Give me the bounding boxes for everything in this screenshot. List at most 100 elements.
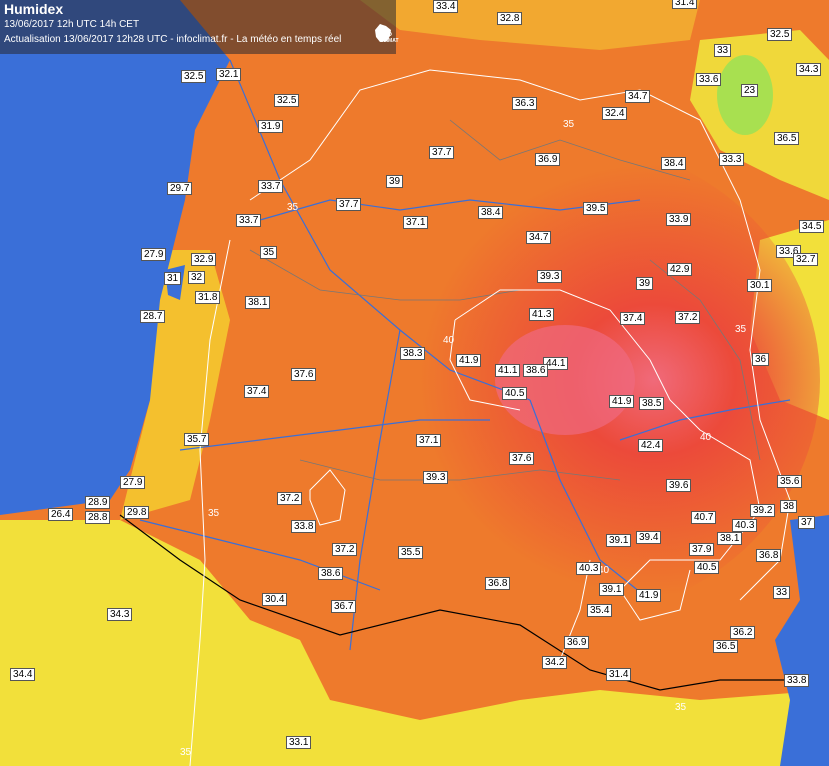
map-header: Humidex 13/06/2017 12h UTC 14h CET Actua… <box>0 0 399 54</box>
station-value: 30.1 <box>747 279 773 292</box>
station-value: 38.6 <box>318 567 344 580</box>
station-value: 31.9 <box>258 120 284 133</box>
station-value: 38.1 <box>245 296 271 309</box>
station-value: 32.5 <box>274 94 300 107</box>
station-value: 38.4 <box>478 206 504 219</box>
station-value: 38 <box>780 500 798 513</box>
station-value: 35.7 <box>184 433 210 446</box>
station-value: 42.9 <box>667 263 693 276</box>
station-value: 34.7 <box>526 231 552 244</box>
station-value: 32.7 <box>793 253 819 266</box>
station-value: 33 <box>714 44 732 57</box>
station-value: 34.5 <box>799 220 825 233</box>
station-value: 41.3 <box>529 308 555 321</box>
station-value: 36.8 <box>756 549 782 562</box>
station-value: 33.7 <box>236 214 262 227</box>
station-value: 34.2 <box>542 656 568 669</box>
station-value: 36.3 <box>512 97 538 110</box>
station-value: 33 <box>773 586 791 599</box>
station-value: 37.7 <box>429 146 455 159</box>
isoline-label: 35 <box>735 324 747 335</box>
isoline-label: 40 <box>700 432 712 443</box>
station-value: 37.4 <box>620 312 646 325</box>
isoline-label: 40 <box>443 335 455 346</box>
station-value: 35.6 <box>777 475 803 488</box>
station-value: 31.4 <box>672 0 698 9</box>
station-value: 28.7 <box>140 310 166 323</box>
station-value: 32 <box>188 271 206 284</box>
station-value: 36.2 <box>730 626 756 639</box>
station-value: 32.5 <box>767 28 793 41</box>
station-value: 39.2 <box>750 504 776 517</box>
station-value: 37.1 <box>403 216 429 229</box>
station-value: 37.6 <box>291 368 317 381</box>
station-value: 39.4 <box>636 531 662 544</box>
station-value: 27.9 <box>141 248 167 261</box>
station-value: 27.9 <box>120 476 146 489</box>
station-value: 39.3 <box>537 270 563 283</box>
station-value: 35.4 <box>587 604 613 617</box>
station-value: 34.7 <box>625 90 651 103</box>
station-value: 38.3 <box>400 347 426 360</box>
station-value: 32.9 <box>191 253 217 266</box>
station-value: 32.1 <box>216 68 242 81</box>
station-value: 33.1 <box>286 736 312 749</box>
logo-text: INFO CLIMAT <box>380 32 399 44</box>
run-time: 13/06/2017 12h UTC 14h CET <box>4 19 140 30</box>
station-value: 39 <box>386 175 404 188</box>
update-line: Actualisation 13/06/2017 12h28 UTC - inf… <box>4 34 342 45</box>
station-value: 33.8 <box>784 674 810 687</box>
station-value: 33.4 <box>433 0 459 13</box>
station-value: 36.5 <box>774 132 800 145</box>
station-value: 32.8 <box>497 12 523 25</box>
station-value: 39.1 <box>599 583 625 596</box>
station-value: 37.4 <box>244 385 270 398</box>
isoline-label: 35 <box>180 747 192 758</box>
isoline-label: 35 <box>675 702 687 713</box>
station-value: 39.1 <box>606 534 632 547</box>
station-value: 39 <box>636 277 654 290</box>
station-value: 32.4 <box>602 107 628 120</box>
station-value: 34.3 <box>796 63 822 76</box>
station-value: 34.4 <box>10 668 36 681</box>
station-value: 40.3 <box>732 519 758 532</box>
station-value: 37.6 <box>509 452 535 465</box>
station-value: 36.8 <box>485 577 511 590</box>
station-value: 23 <box>741 84 759 97</box>
station-value: 37.2 <box>277 492 303 505</box>
station-value: 42.4 <box>638 439 664 452</box>
station-value: 37.2 <box>675 311 701 324</box>
hot-core-inner <box>495 325 635 435</box>
humidex-map: 35 35 35 35 35 35 40 40 40 30 <box>0 0 829 766</box>
station-value: 40.5 <box>694 561 720 574</box>
station-value: 37.9 <box>689 543 715 556</box>
station-value: 37 <box>798 516 816 529</box>
station-value: 40.7 <box>691 511 717 524</box>
station-value: 40.3 <box>576 562 602 575</box>
station-value: 39.6 <box>666 479 692 492</box>
station-value: 36.9 <box>535 153 561 166</box>
station-value: 28.9 <box>85 496 111 509</box>
station-value: 41.1 <box>495 364 521 377</box>
station-value: 36.5 <box>713 640 739 653</box>
station-value: 37.7 <box>336 198 362 211</box>
station-value: 41.9 <box>636 589 662 602</box>
station-value: 33.7 <box>258 180 284 193</box>
station-value: 33.9 <box>666 213 692 226</box>
station-value: 30.4 <box>262 593 288 606</box>
station-value: 34.3 <box>107 608 133 621</box>
station-value: 38.4 <box>661 157 687 170</box>
station-value: 41.9 <box>609 395 635 408</box>
station-value: 33.3 <box>719 153 745 166</box>
station-value: 39.3 <box>423 471 449 484</box>
station-value: 40.5 <box>502 387 528 400</box>
station-value: 31 <box>164 272 182 285</box>
station-value: 31.8 <box>195 291 221 304</box>
station-value: 28.8 <box>85 511 111 524</box>
station-value: 37.2 <box>332 543 358 556</box>
station-value: 39.5 <box>583 202 609 215</box>
isoline-label: 35 <box>563 119 575 130</box>
station-value: 36.7 <box>331 600 357 613</box>
station-value: 33.6 <box>696 73 722 86</box>
station-value: 37.1 <box>416 434 442 447</box>
